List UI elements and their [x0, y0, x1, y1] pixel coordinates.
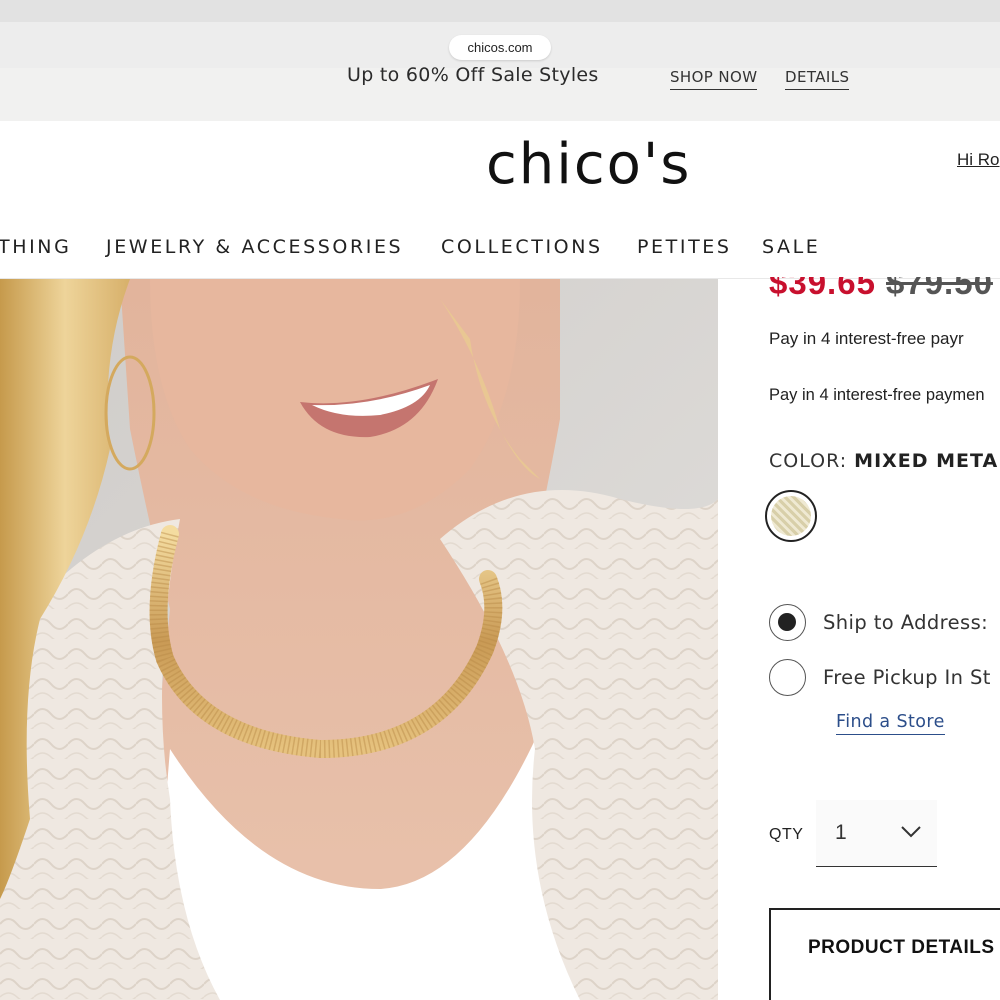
details-link[interactable]: DETAILS: [785, 68, 850, 90]
color-label: COLOR: MIXED META: [769, 450, 998, 472]
color-label-prefix: COLOR:: [769, 450, 848, 472]
account-greeting[interactable]: Hi Ro: [957, 150, 1000, 170]
nav-item-sale[interactable]: SALE: [762, 236, 820, 258]
ship-to-address-radio[interactable]: [769, 604, 806, 641]
url-bar[interactable]: chicos.com: [449, 35, 551, 60]
product-image[interactable]: [0, 279, 718, 1000]
nav-item-collections[interactable]: COLLECTIONS: [441, 236, 603, 258]
installment-message-2[interactable]: Pay in 4 interest-free paymen: [769, 386, 985, 405]
qty-value: 1: [835, 821, 847, 844]
chevron-down-icon: [901, 826, 921, 838]
product-details-toggle[interactable]: PRODUCT DETAILS: [769, 908, 1000, 1000]
qty-dropdown[interactable]: 1: [816, 800, 937, 867]
promo-text: Up to 60% Off Sale Styles: [347, 64, 599, 86]
nav-item-jewelry-accessories[interactable]: JEWELRY & ACCESSORIES: [106, 236, 403, 258]
product-page: chicos.com Up to 60% Off Sale Styles SHO…: [0, 0, 1000, 1000]
swatch-fill: [771, 496, 811, 536]
shop-now-link[interactable]: SHOP NOW: [670, 68, 758, 90]
free-pickup-label[interactable]: Free Pickup In St: [823, 666, 991, 689]
browser-tab-strip: [0, 0, 1000, 22]
free-pickup-radio[interactable]: [769, 659, 806, 696]
model-photo-illustration: [0, 279, 718, 1000]
find-a-store-link[interactable]: Find a Store: [836, 712, 945, 735]
ship-to-address-label[interactable]: Ship to Address:: [823, 611, 988, 634]
nav-item-petites[interactable]: PETITES: [637, 236, 732, 258]
qty-label: QTY: [769, 826, 804, 843]
mixed-metal-swatch-icon[interactable]: [765, 490, 817, 542]
nav-item-clothing[interactable]: THING: [0, 236, 71, 258]
product-details-label: PRODUCT DETAILS: [808, 937, 995, 958]
site-logo[interactable]: chico's: [486, 133, 691, 197]
color-value: MIXED META: [854, 450, 999, 472]
installment-message-1[interactable]: Pay in 4 interest-free payr: [769, 329, 964, 349]
